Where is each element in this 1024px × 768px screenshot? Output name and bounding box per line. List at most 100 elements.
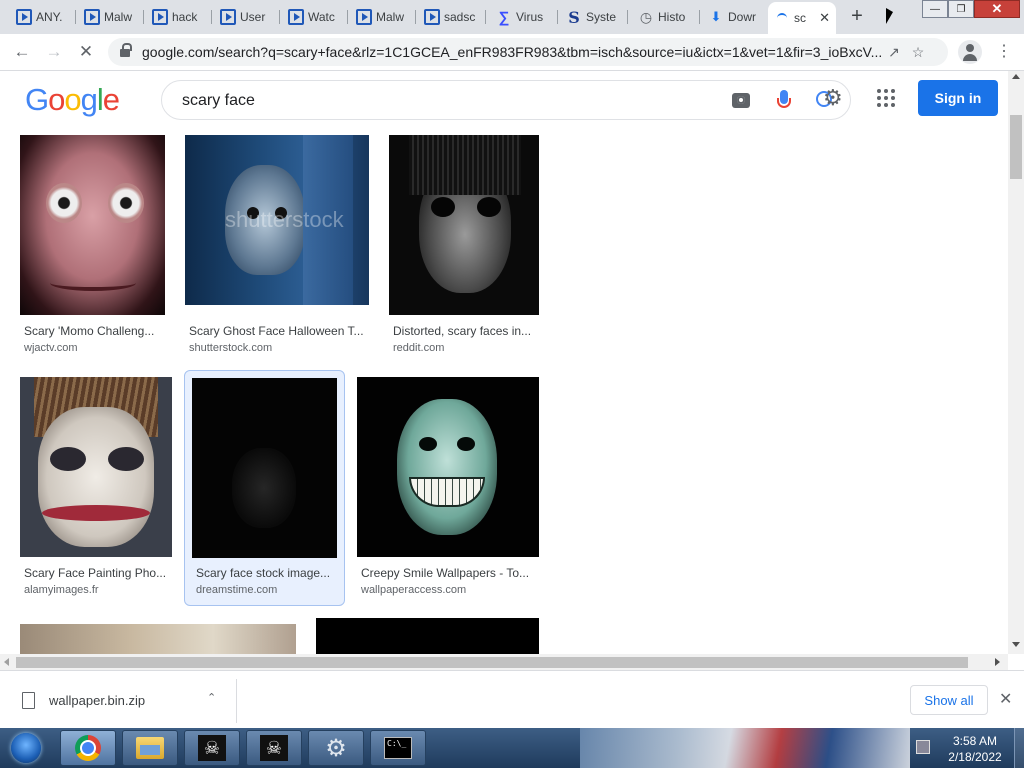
result-title[interactable]: Scary face stock image... — [196, 566, 336, 580]
image-result-4[interactable]: Scary Face Painting Pho... alamyimages.f… — [14, 372, 178, 600]
clock-time[interactable]: 3:58 AM — [940, 734, 1010, 748]
download-divider — [236, 679, 237, 723]
tab-label: Watc — [308, 10, 335, 24]
result-thumbnail[interactable] — [389, 135, 539, 315]
camera-search-icon[interactable] — [732, 93, 750, 108]
tab-hack[interactable]: hack — [146, 4, 212, 30]
address-bar[interactable]: google.com/search?q=scary+face&rlz=1C1GC… — [108, 38, 948, 66]
tab-label: Virus — [516, 10, 544, 24]
tab-system[interactable]: S Syste — [560, 4, 628, 30]
result-title[interactable]: Scary Ghost Face Halloween T... — [189, 324, 367, 338]
anyrun-icon — [16, 9, 32, 25]
image-result-7-thumbnail[interactable] — [20, 624, 296, 654]
anyrun-icon — [288, 9, 304, 25]
sign-in-button[interactable]: Sign in — [918, 80, 998, 116]
taskbar-explorer[interactable] — [122, 730, 178, 766]
image-result-2[interactable]: shutterstock Scary Ghost Face Halloween … — [180, 130, 376, 358]
action-center-flag-icon[interactable] — [916, 740, 930, 754]
scroll-right-arrow-icon[interactable] — [995, 658, 1000, 666]
gear-icon: ⚙ — [325, 734, 347, 762]
window-close-button[interactable]: ✕ — [974, 0, 1020, 18]
close-download-bar-icon[interactable]: ✕ — [999, 689, 1012, 709]
image-result-6[interactable]: Creepy Smile Wallpapers - To... wallpape… — [352, 372, 544, 600]
tab-label: sc — [794, 11, 806, 25]
clock-date[interactable]: 2/18/2022 — [940, 750, 1010, 764]
tab-malware-2[interactable]: Malw — [350, 4, 416, 30]
download-icon: ⬇ — [710, 9, 722, 24]
taskbar-pirate-app-1[interactable]: ☠ — [184, 730, 240, 766]
browser-menu-icon[interactable]: ⋮ — [994, 40, 1014, 64]
result-thumbnail[interactable] — [20, 377, 172, 557]
image-result-3[interactable]: Distorted, scary faces in... reddit.com — [384, 130, 544, 358]
lock-icon[interactable] — [120, 42, 132, 58]
settings-gear-icon[interactable]: ⚙ — [823, 87, 843, 109]
start-button[interactable] — [4, 730, 48, 766]
image-result-1[interactable]: Scary 'Momo Challeng... wjactv.com — [14, 130, 172, 358]
logo-letter: g — [80, 82, 98, 117]
loading-spinner-icon — [774, 10, 790, 26]
tab-malware-1[interactable]: Malw — [78, 4, 144, 30]
result-thumbnail[interactable]: shutterstock — [185, 135, 369, 315]
taskbar-cmd[interactable]: C:\_ — [370, 730, 426, 766]
desktop-wallpaper-strip — [580, 728, 910, 768]
image-result-8-thumbnail[interactable] — [316, 618, 539, 654]
taskbar-chrome[interactable] — [60, 730, 116, 766]
result-source: alamyimages.fr — [24, 584, 99, 596]
result-title[interactable]: Scary 'Momo Challeng... — [24, 324, 164, 338]
google-apps-icon[interactable] — [877, 89, 895, 107]
virustotal-icon: ∑ — [498, 8, 510, 26]
stop-loading-button[interactable]: ✕ — [74, 40, 98, 64]
tab-label: Histo — [658, 10, 686, 24]
taskbar-pirate-app-2[interactable]: ☠ — [246, 730, 302, 766]
tab-label: Dowr — [728, 10, 757, 24]
result-thumbnail[interactable] — [357, 377, 539, 557]
anyrun-icon — [356, 9, 372, 25]
result-title[interactable]: Scary Face Painting Pho... — [24, 566, 172, 580]
result-source: wallpaperaccess.com — [361, 584, 467, 596]
vertical-scroll-thumb[interactable] — [1010, 115, 1022, 179]
share-icon[interactable]: ↗ — [882, 44, 906, 61]
tab-strip: ANY. Malw hack User Watc Malw sadsc ∑ Vi… — [0, 0, 1024, 34]
scroll-left-arrow-icon[interactable] — [4, 658, 9, 666]
forward-button[interactable]: → — [42, 40, 66, 64]
tab-watch[interactable]: Watc — [282, 4, 348, 30]
tab-close-icon[interactable]: ✕ — [819, 10, 830, 26]
horizontal-scroll-thumb[interactable] — [16, 657, 968, 668]
tab-sadsc[interactable]: sadsc — [418, 4, 486, 30]
result-thumbnail[interactable] — [20, 135, 165, 315]
show-desktop-button[interactable] — [1014, 728, 1024, 768]
search-box — [161, 80, 851, 120]
anyrun-icon — [424, 9, 440, 25]
result-source: wjactv.com — [24, 342, 78, 354]
minimize-button[interactable]: — — [922, 0, 948, 18]
google-logo[interactable]: Google — [25, 82, 120, 118]
microphone-icon[interactable] — [774, 90, 794, 112]
result-title[interactable]: Distorted, scary faces in... — [393, 324, 537, 338]
tab-virustotal[interactable]: ∑ Virus — [490, 4, 558, 30]
show-all-downloads-button[interactable]: Show all — [910, 685, 988, 715]
tab-active-scary-face[interactable]: sc ✕ — [768, 2, 836, 34]
result-thumbnail[interactable] — [192, 378, 337, 558]
tab-anyrun-1[interactable]: ANY. — [10, 4, 76, 30]
skull-crossbones-icon: ☠ — [260, 735, 288, 761]
anyrun-icon — [220, 9, 236, 25]
download-filename[interactable]: wallpaper.bin.zip — [49, 693, 145, 708]
tab-downloads[interactable]: ⬇ Dowr — [702, 4, 766, 30]
logo-letter: o — [48, 82, 65, 117]
new-tab-button[interactable]: + — [846, 6, 868, 28]
scroll-up-arrow-icon[interactable] — [1012, 74, 1020, 79]
restore-button[interactable]: ❐ — [948, 0, 974, 18]
back-button[interactable]: ← — [10, 40, 34, 64]
image-result-5-selected[interactable]: Scary face stock image... dreamstime.com — [184, 370, 345, 606]
logo-letter: o — [64, 82, 81, 117]
url-text[interactable]: google.com/search?q=scary+face&rlz=1C1GC… — [142, 44, 882, 60]
chevron-up-icon[interactable]: ⌃ — [207, 691, 216, 704]
scroll-down-arrow-icon[interactable] — [1012, 642, 1020, 647]
tab-user[interactable]: User — [214, 4, 280, 30]
result-title[interactable]: Creepy Smile Wallpapers - To... — [361, 566, 537, 580]
tab-history[interactable]: ◷ Histo — [632, 4, 700, 30]
bookmark-star-icon[interactable]: ☆ — [906, 44, 930, 61]
search-input[interactable] — [182, 91, 702, 111]
taskbar-settings-app[interactable]: ⚙ — [308, 730, 364, 766]
profile-avatar-icon[interactable] — [958, 40, 982, 64]
